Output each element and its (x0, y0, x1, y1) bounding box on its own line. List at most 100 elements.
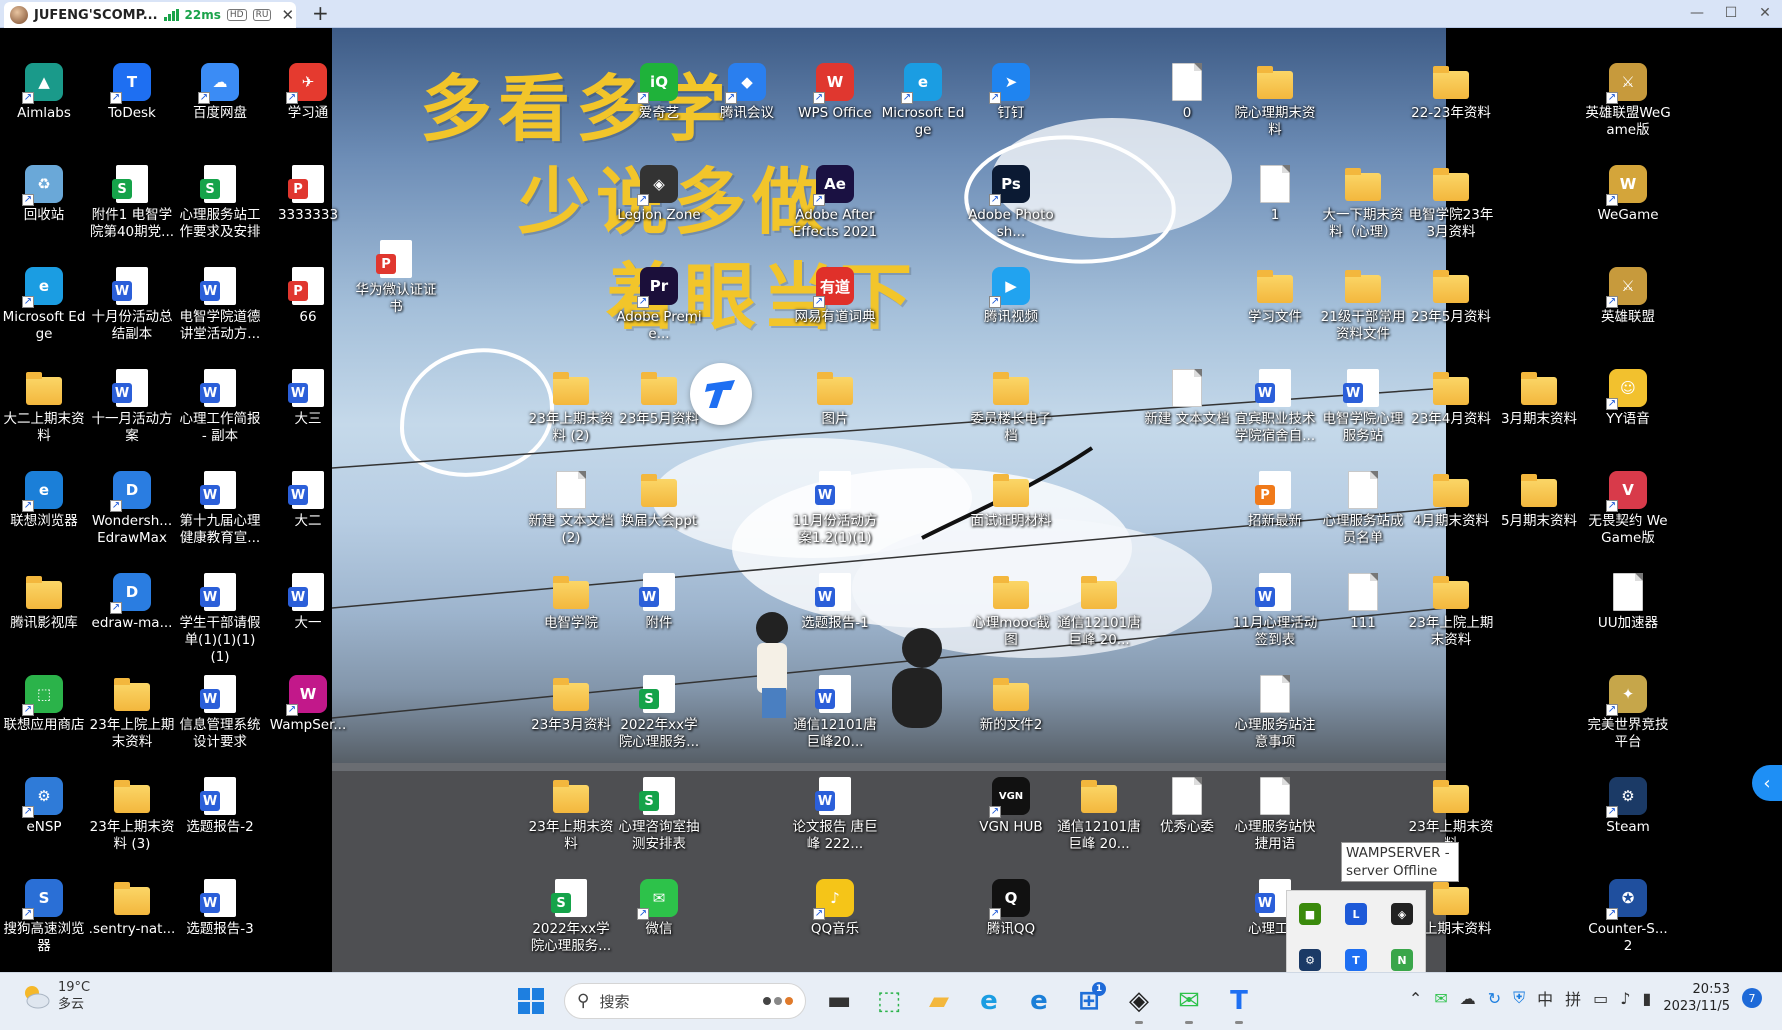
add-tab-button[interactable]: + (312, 3, 329, 23)
desktop-icon[interactable]: Q ↗ 腾讯QQ (967, 874, 1055, 938)
desktop-icon[interactable]: 心理mooc截图 (967, 568, 1055, 649)
desktop-icon[interactable]: 5月期末资料 (1495, 466, 1583, 530)
desktop-icon[interactable]: ⚔ ↗ 英雄联盟WeGame版 (1584, 58, 1672, 139)
desktop-icon[interactable]: 23年5月资料 (1407, 262, 1495, 326)
desktop-icon[interactable]: Ae ↗ Adobe After Effects 2021 (791, 160, 879, 241)
desktop-icon[interactable]: 心理服务站注意事项 (1231, 670, 1319, 751)
clock[interactable]: 20:53 2023/11/5 (1663, 981, 1730, 1015)
wechat-tray-icon[interactable]: ✉ (1434, 989, 1447, 1008)
desktop-icon[interactable]: W 大三 (264, 364, 352, 428)
desktop-icon[interactable]: 电智学院 (527, 568, 615, 632)
desktop-icon[interactable]: W 电智学院心理服务站 (1319, 364, 1407, 445)
desktop-icon[interactable]: W 论文报告 唐巨峰 222... (791, 772, 879, 853)
desktop-icon[interactable]: 大二上期末资料 (0, 364, 88, 445)
desktop-icon[interactable]: 23年上期末资料 (527, 772, 615, 853)
lenovo-vantage-icon[interactable]: L (1345, 903, 1367, 925)
desktop-icon[interactable]: W 附件 (615, 568, 703, 632)
desktop-icon[interactable]: ⚙ ↗ eNSP (0, 772, 88, 836)
desktop-icon[interactable]: ✉ ↗ 微信 (615, 874, 703, 938)
desktop-icon[interactable]: W 宜宾职业技术学院宿舍自... (1231, 364, 1319, 445)
desktop-icon[interactable]: 委员楼长电子档 (967, 364, 1055, 445)
desktop-icon[interactable]: e ↗ 联想浏览器 (0, 466, 88, 530)
desktop-icon[interactable]: ✦ ↗ 完美世界竞技平台 (1584, 670, 1672, 751)
file-explorer-icon[interactable]: ▰ (920, 982, 958, 1020)
taskbar-search[interactable]: ⚲ 搜索 (564, 983, 806, 1019)
todesk-floating-logo[interactable] (690, 363, 752, 425)
desktop-icon[interactable]: 腾讯影视库 (0, 568, 88, 632)
desktop-icon[interactable]: D ↗ edraw-ma... (88, 568, 176, 632)
desktop-icon[interactable]: UU加速器 (1584, 568, 1672, 632)
desktop-icon[interactable]: ♪ ↗ QQ音乐 (791, 874, 879, 938)
desktop-icon[interactable]: 1 (1231, 160, 1319, 224)
close-window-button[interactable]: ✕ (1748, 0, 1782, 26)
desktop-icon[interactable]: ◆ ↗ 腾讯会议 (703, 58, 791, 122)
desktop-icon[interactable]: D ↗ Wondersh... EdrawMax (88, 466, 176, 547)
desktop-icon[interactable]: P 66 (264, 262, 352, 326)
close-tab-button[interactable]: ✕ (281, 6, 294, 24)
desktop-icon[interactable]: VGN ↗ VGN HUB (967, 772, 1055, 836)
desktop-icon[interactable]: S 附件1 电智学院第40期党... (88, 160, 176, 241)
start-button[interactable] (512, 982, 550, 1020)
todesk-taskbar-icon[interactable]: T (1220, 982, 1258, 1024)
todesk-tray-icon[interactable]: T (1345, 949, 1367, 971)
desktop-icon[interactable]: W ↗ WeGame (1584, 160, 1672, 224)
desktop-icon[interactable]: T ↗ ToDesk (88, 58, 176, 122)
desktop-icon[interactable]: P 华为微认证证书 (352, 235, 440, 316)
desktop-icon[interactable]: Pr ↗ Adobe Premie... (615, 262, 703, 343)
lenovo-store-taskbar-icon[interactable]: ⬚ (870, 982, 908, 1020)
lenovo-browser-taskbar-icon[interactable]: e (1020, 982, 1058, 1020)
desktop-icon[interactable]: ◈ ↗ Legion Zone (615, 160, 703, 224)
wechat-taskbar-icon[interactable]: ✉ (1170, 982, 1208, 1024)
desktop-icon[interactable]: 通信12101唐巨峰 20... (1055, 772, 1143, 853)
desktop-icon[interactable]: W 通信12101唐巨峰20... (791, 670, 879, 751)
desktop-icon[interactable]: 换届大会ppt (615, 466, 703, 530)
hd-badge[interactable]: HD (226, 9, 247, 21)
desktop-icon[interactable]: W 选题报告-1 (791, 568, 879, 632)
desktop-icon[interactable]: 111 (1319, 568, 1407, 632)
desktop-icon[interactable]: 大一下期末资料（心理） (1319, 160, 1407, 241)
desktop-icon[interactable]: 23年3月资料 (527, 670, 615, 734)
volume-icon[interactable]: ♪ (1620, 989, 1630, 1008)
notification-count-badge[interactable]: 7 (1742, 988, 1762, 1008)
desktop-icon[interactable]: 4月期末资料 (1407, 466, 1495, 530)
desktop-icon[interactable]: W 第十九届心理健康教育宣... (176, 466, 264, 547)
desktop-icon[interactable]: .sentry-nat... (88, 874, 176, 938)
desktop-icon[interactable]: W 心理工作简报 - 副本 (176, 364, 264, 445)
desktop-icon[interactable]: ⬚ ↗ 联想应用商店 (0, 670, 88, 734)
desktop-icon[interactable]: W ↗ WPS Office (791, 58, 879, 122)
desktop-icon[interactable]: iQ ↗ 爱奇艺 (615, 58, 703, 122)
sync-icon[interactable]: ↻ (1488, 989, 1501, 1008)
desktop-icon[interactable]: 22-23年资料 (1407, 58, 1495, 122)
desktop-icon[interactable]: W 十一月活动方案 (88, 364, 176, 445)
file-explorer-dark-icon[interactable]: ▬ (820, 982, 858, 1020)
weather-widget[interactable]: 19°C 多云 (20, 979, 90, 1013)
desktop-icon[interactable]: W 大二 (264, 466, 352, 530)
desktop-icon[interactable]: ▲ ↗ Aimlabs (0, 58, 88, 122)
desktop-icon[interactable]: 23年上期末资料 (1407, 772, 1495, 853)
desktop-icon[interactable]: 电智学院23年3月资料 (1407, 160, 1495, 241)
desktop-icon[interactable]: W 选题报告-3 (176, 874, 264, 938)
desktop-icon[interactable]: 通信12101唐巨峰 20... (1055, 568, 1143, 649)
desktop-icon[interactable]: S 心理服务站工作要求及安排 (176, 160, 264, 241)
desktop-icon[interactable]: 有道 ↗ 网易有道词典 (791, 262, 879, 326)
desktop-icon[interactable]: Ps ↗ Adobe Photosh... (967, 160, 1055, 241)
desktop-icon[interactable]: 21级干部常用资料文件 (1319, 262, 1407, 343)
desktop-icon[interactable]: ⚙ ↗ Steam (1584, 772, 1672, 836)
desktop-icon[interactable]: ♻ ↗ 回收站 (0, 160, 88, 224)
desktop-icon[interactable]: ☁ ↗ 百度网盘 (176, 58, 264, 122)
edge-taskbar-icon[interactable]: e (970, 982, 1008, 1020)
desktop-icon[interactable]: V ↗ 无畏契约 WeGame版 (1584, 466, 1672, 547)
desktop-icon[interactable]: 23年上院上期末资料 (88, 670, 176, 751)
show-hidden-icons-chevron-icon[interactable]: ⌃ (1409, 989, 1422, 1008)
display-icon[interactable]: ▭ (1593, 989, 1608, 1008)
desktop-icon[interactable]: ✪ ↗ Counter-S... 2 (1584, 874, 1672, 955)
nvidia-icon[interactable]: ■ (1299, 903, 1321, 925)
desktop-icon[interactable]: W 选题报告-2 (176, 772, 264, 836)
desktop-icon[interactable]: 23年4月资料 (1407, 364, 1495, 428)
desktop-icon[interactable]: S 心理咨询室抽测安排表 (615, 772, 703, 853)
desktop-icon[interactable]: W 信息管理系统设计要求 (176, 670, 264, 751)
desktop-icon[interactable]: 心理服务站成员名单 (1319, 466, 1407, 547)
desktop-icon[interactable]: e ↗ Microsoft Edge (0, 262, 88, 343)
desktop-icon[interactable]: W 十月份活动总结副本 (88, 262, 176, 343)
desktop-icon[interactable]: 3月期末资料 (1495, 364, 1583, 428)
